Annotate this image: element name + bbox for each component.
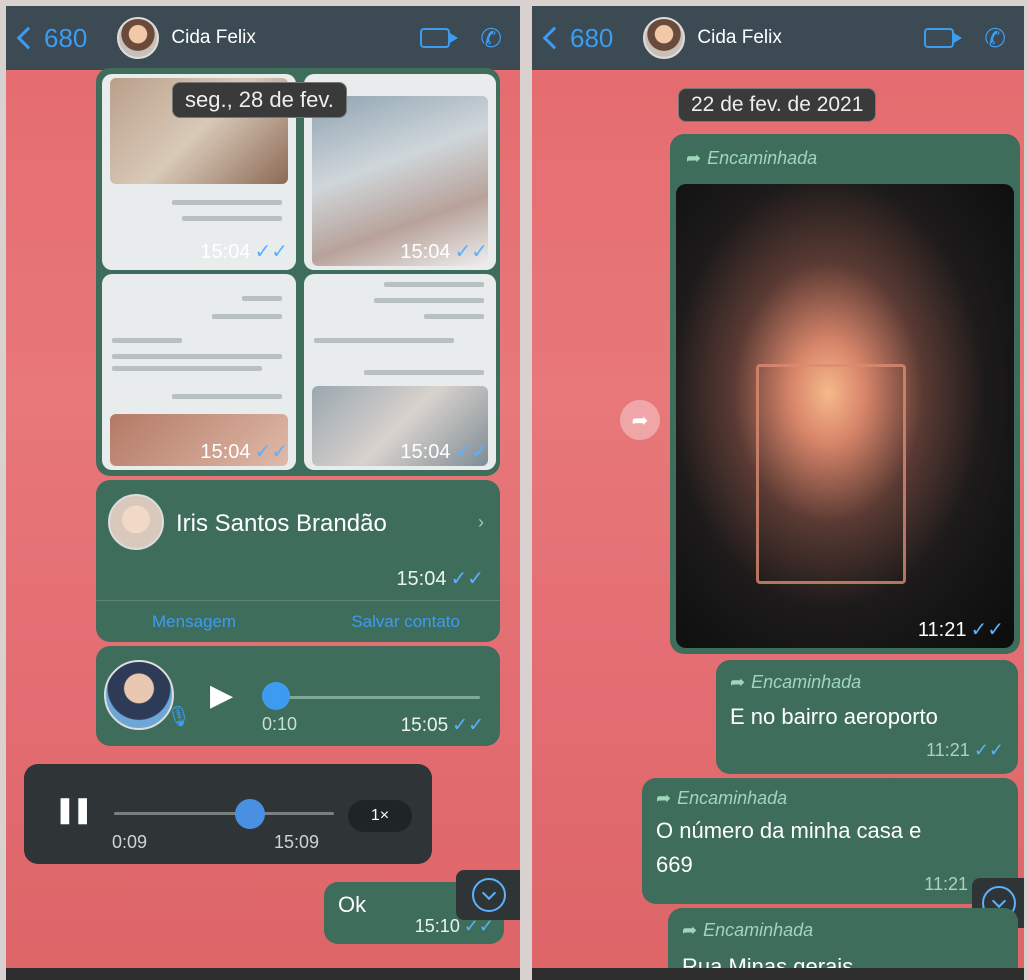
message-time: 11:21 ✓✓ xyxy=(926,740,1004,760)
voice-progress-knob[interactable] xyxy=(262,682,290,710)
scroll-to-bottom-button[interactable] xyxy=(456,870,520,920)
message-time: 11:21 xyxy=(924,874,968,894)
forwarded-text-bubble[interactable]: ➦ Encaminhada E no bairro aeroporto 11:2… xyxy=(716,660,1018,774)
message-text-line: O número da minha casa e xyxy=(656,818,922,843)
contact-card-time: 15:04 ✓✓ xyxy=(396,568,484,590)
forwarded-label: ➦ Encaminhada xyxy=(656,788,788,808)
forwarded-photo-bubble[interactable]: ➦ Encaminhada 11:21 ✓✓ xyxy=(670,134,1020,654)
image-thumb[interactable]: 15:04 ✓✓ xyxy=(304,274,496,470)
text-line xyxy=(314,338,454,343)
play-button[interactable]: ▶ xyxy=(210,678,233,713)
text-line xyxy=(112,354,282,359)
voice-time: 15:09 xyxy=(274,832,320,852)
back-button[interactable]: 680 xyxy=(16,22,88,54)
contact-avatar[interactable] xyxy=(117,17,160,59)
text-line xyxy=(172,394,282,399)
date-separator: seg., 28 de fev. xyxy=(172,82,347,118)
card-divider xyxy=(96,600,500,601)
chat-header: 680 Cida Felix ✆ xyxy=(532,6,1024,70)
thumb-time: 15:04 ✓✓ xyxy=(400,441,488,463)
video-call-icon[interactable] xyxy=(924,28,963,48)
voice-time: 15:05 ✓✓ xyxy=(400,715,484,736)
share-icon: ➦ xyxy=(631,409,649,432)
forwarded-label: ➦ Encaminhada xyxy=(682,920,814,940)
contact-name[interactable]: Cida Felix xyxy=(697,27,781,49)
message-text: Ok xyxy=(338,892,367,917)
voice-progress-knob[interactable] xyxy=(235,799,266,829)
message-text: E no bairro aeroporto xyxy=(730,704,938,729)
voice-message-bubble[interactable]: 🎙 ▶ 0:10 15:05 ✓✓ xyxy=(96,646,500,746)
voice-sender-avatar xyxy=(104,660,174,730)
back-button[interactable]: 680 xyxy=(542,22,614,54)
forward-icon: ➦ xyxy=(730,672,746,692)
photo-time: 11:21 ✓✓ xyxy=(917,619,1004,641)
message-contact-button[interactable]: Mensagem xyxy=(152,612,236,632)
image-grid-bubble[interactable]: 15:04 ✓✓ 15:04 ✓✓ 15:04 ✓✓ 15:04 ✓✓ xyxy=(96,68,500,476)
shared-contact-name: Iris Santos Brandão xyxy=(176,510,387,537)
date-separator: 22 de fev. de 2021 xyxy=(678,88,877,122)
voice-elapsed: 0:09 xyxy=(112,832,148,852)
chevron-right-icon: › xyxy=(478,512,484,532)
chat-header: 680 Cida Felix ✆ xyxy=(6,6,520,70)
bottom-bar xyxy=(532,968,1024,980)
phone-call-icon[interactable]: ✆ xyxy=(480,23,502,54)
save-contact-button[interactable]: Salvar contato xyxy=(351,612,460,632)
forward-icon: ➦ xyxy=(656,788,672,808)
thumb-time: 15:04 ✓✓ xyxy=(200,241,288,263)
image-thumb[interactable]: 15:04 ✓✓ xyxy=(102,274,296,470)
forwarded-label: ➦ Encaminhada xyxy=(730,672,862,692)
contact-avatar[interactable] xyxy=(643,17,686,59)
text-line xyxy=(212,314,282,319)
fridge-shape xyxy=(756,364,906,584)
text-line xyxy=(424,314,484,319)
photo[interactable] xyxy=(676,184,1014,648)
playback-speed-button[interactable]: 1× xyxy=(348,800,412,832)
text-line xyxy=(374,298,484,303)
text-line xyxy=(112,366,262,371)
chevron-left-icon xyxy=(542,26,566,50)
forward-button[interactable]: ➦ xyxy=(620,400,660,440)
text-line xyxy=(242,296,282,301)
microphone-icon: 🎙 xyxy=(166,706,192,728)
chevron-down-icon xyxy=(472,878,506,912)
contact-name[interactable]: Cida Felix xyxy=(171,27,255,49)
chat-panel-right: 680 Cida Felix ✆ 22 de fev. de 2021 ➦ En… xyxy=(532,6,1024,980)
text-line xyxy=(112,338,182,343)
chevron-left-icon xyxy=(16,26,40,50)
contact-card-bubble[interactable]: Iris Santos Brandão › 15:04 ✓✓ Mensagem S… xyxy=(96,480,500,642)
screenshot-collage: 680 Cida Felix ✆ 15:04 ✓✓ 15:04 ✓✓ 15:04… xyxy=(0,0,1028,980)
voice-message-received-bubble[interactable]: ❚❚ 0:09 15:09 1× xyxy=(24,764,432,864)
text-line xyxy=(364,370,484,375)
text-line xyxy=(182,216,282,221)
back-count: 680 xyxy=(570,22,614,53)
thumb-time: 15:04 ✓✓ xyxy=(400,241,488,263)
forward-icon: ➦ xyxy=(686,148,702,168)
bottom-bar xyxy=(6,968,520,980)
voice-progress-track[interactable] xyxy=(114,812,334,815)
text-line xyxy=(384,282,484,287)
message-text-line: 669 xyxy=(656,852,693,877)
voice-duration: 0:10 xyxy=(262,714,298,734)
video-call-icon[interactable] xyxy=(420,28,459,48)
phone-call-icon[interactable]: ✆ xyxy=(984,23,1006,54)
forwarded-label: ➦ Encaminhada xyxy=(686,148,818,168)
forward-icon: ➦ xyxy=(682,920,698,940)
chat-panel-left: 680 Cida Felix ✆ 15:04 ✓✓ 15:04 ✓✓ 15:04… xyxy=(6,6,520,980)
shared-contact-avatar xyxy=(108,494,164,550)
forwarded-text-bubble[interactable]: ➦ Encaminhada O número da minha casa e 6… xyxy=(642,778,1018,904)
thumb-time: 15:04 ✓✓ xyxy=(200,441,288,463)
back-count: 680 xyxy=(44,22,88,53)
text-line xyxy=(172,200,282,205)
voice-progress-track[interactable] xyxy=(266,696,480,699)
pause-button[interactable]: ❚❚ xyxy=(54,794,94,825)
